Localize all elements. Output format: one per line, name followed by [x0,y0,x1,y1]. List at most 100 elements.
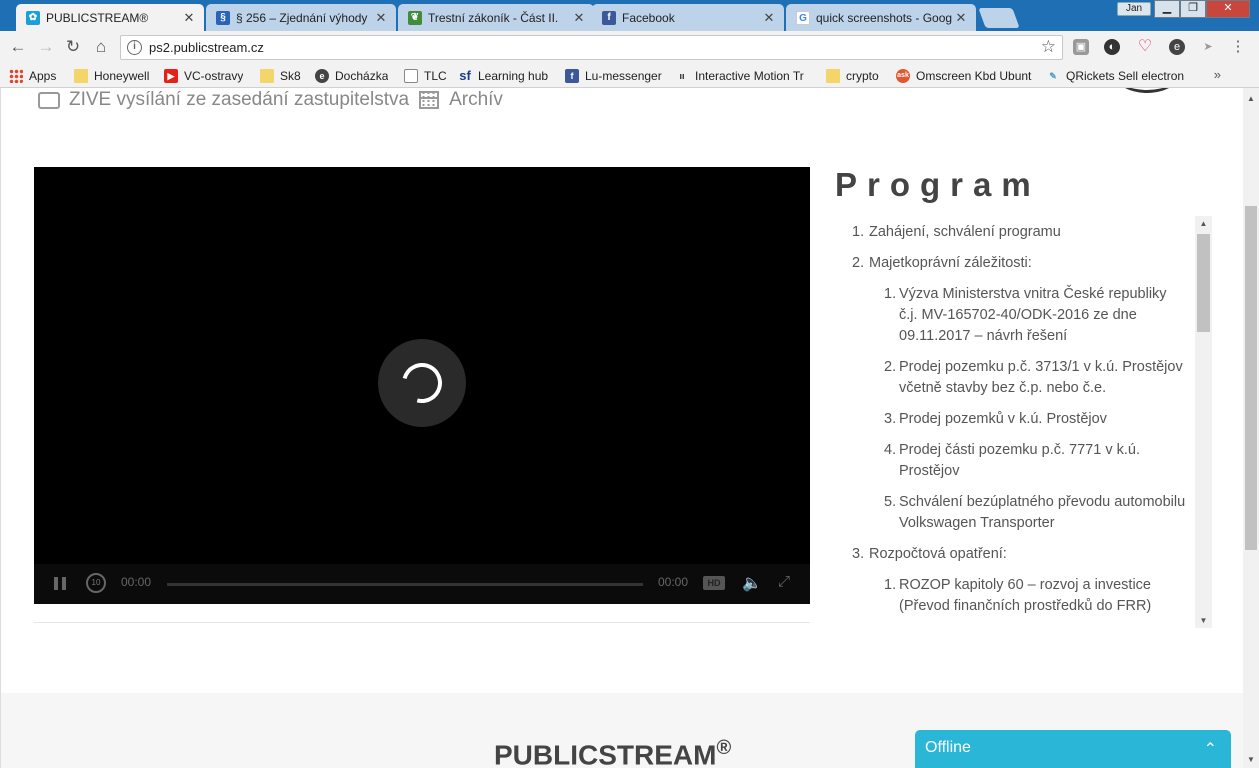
scroll-down-icon[interactable]: ▼ [1243,755,1259,764]
chat-status: Offline [925,739,971,756]
spinner-icon [394,355,450,411]
item-text: Schválení bezúplatného převodu automobil… [899,494,1186,531]
list-item: 5. Schválení bezúplatného převodu automob… [869,492,1187,534]
leaf-icon: ❦ [408,10,422,25]
registered-mark: ® [716,737,732,759]
tab-publicstream[interactable]: ✿ PUBLICSTREAM® ✕ [16,4,204,31]
video-player[interactable]: 10 00:00 00:00 HD 🔈 ⤢ [34,167,810,604]
address-bar[interactable]: i ps2.publicstream.cz ☆ [120,35,1063,60]
fullscreen-icon[interactable]: ⤢ [778,573,790,590]
scrollbar-thumb[interactable] [1197,234,1210,332]
calendar-icon [419,91,440,109]
item-text: Rozpočtová opatření: [869,546,1007,562]
bookmark-dochazka[interactable]: e Docházka [315,67,388,84]
scroll-down-icon[interactable]: ▼ [1195,616,1212,625]
facebook-icon: f [565,68,579,83]
tab-google-search[interactable]: G quick screenshots - Goog ✕ [786,4,976,31]
bookmark-label: TLC [424,68,447,83]
top-navigation: ZIVE vysílání ze zasedání zastupitelstva… [38,88,503,112]
divider [34,622,810,623]
bookmark-learning-hub[interactable]: sf Learning hub [458,67,548,84]
scroll-up-icon[interactable]: ▲ [1243,94,1259,103]
bookmark-star-icon[interactable]: ☆ [1041,37,1056,57]
close-tab-icon[interactable]: ✕ [374,10,388,26]
page-viewport: ZIVE vysílání ze zasedání zastupitelstva… [0,88,1243,768]
reload-icon[interactable]: ↻ [63,37,83,57]
bookmark-label: Honeywell [94,68,150,83]
bookmark-label: QRickets Sell electron [1066,68,1185,83]
bookmark-interactive-motion[interactable]: ıı Interactive Motion Tr [675,67,815,84]
scrollbar-thumb[interactable] [1245,206,1257,550]
bookmark-qrickets[interactable]: ✎ QRickets Sell electron [1046,67,1186,84]
close-tab-icon[interactable]: ✕ [182,10,196,26]
program-heading: Program [835,166,1041,203]
profile-button[interactable]: Jan [1117,2,1151,16]
pause-icon[interactable] [54,577,66,590]
back-arrow-icon[interactable]: ← [8,37,28,57]
bookmark-label: Learning hub [478,68,549,83]
close-tab-icon[interactable]: ✕ [954,10,968,26]
google-icon: G [796,10,810,25]
progress-bar[interactable] [167,583,643,586]
replay-10-icon[interactable]: 10 [86,573,106,593]
bookmark-honeywell[interactable]: Honeywell [74,67,149,84]
tab-strip: ✿ PUBLICSTREAM® ✕ § § 256 – Zjednání výh… [0,0,1259,31]
bookmark-lu-messenger[interactable]: f Lu-messenger [565,67,662,84]
forward-arrow-icon[interactable]: → [36,37,56,57]
bookmark-vc-ostravy[interactable]: ▶ VC-ostravy [164,67,243,84]
item-text: Zahájení, schválení programu [869,224,1061,240]
program-scrollbar[interactable]: ▲ ▼ [1195,216,1212,628]
item-number: 4. [884,442,897,458]
bookmark-apps[interactable]: Apps [9,67,56,84]
bookmark-label: Omscreen Kbd Ubunt [916,68,1032,83]
minimize-icon[interactable]: ▁ [1154,0,1180,18]
bookmark-omscreen[interactable]: ask Omscreen Kbd Ubunt [896,67,1036,84]
tab-trestni-zakonik[interactable]: ❦ Trestní zákoník - Část II. ✕ [398,4,594,31]
close-tab-icon[interactable]: ✕ [762,10,776,26]
tab-paragraph-256[interactable]: § § 256 – Zjednání výhody ✕ [206,4,396,31]
nav-live-link[interactable]: ZIVE vysílání ze zasedání zastupitelstva [69,89,409,111]
url-text: ps2.publicstream.cz [149,40,264,55]
tab-facebook[interactable]: f Facebook ✕ [592,4,784,31]
list-item: 2. Prodej pozemku p.č. 3713/1 v k.ú. Pros… [869,357,1187,399]
total-time: 00:00 [658,575,689,589]
info-icon[interactable]: i [127,40,142,55]
bookmark-crypto[interactable]: crypto [826,67,879,84]
sf-icon: sf [459,67,471,83]
heart-icon[interactable]: ♡ [1137,39,1153,55]
extension-cube-icon[interactable]: ▣ [1073,39,1089,55]
player-controls: 10 00:00 00:00 HD 🔈 ⤢ [34,564,810,604]
avatar [1112,88,1182,93]
send-icon[interactable]: ➤ [1200,39,1216,55]
chevron-up-icon[interactable]: ⌃ [1204,739,1217,759]
item-number: 5. [884,494,897,510]
scroll-up-icon[interactable]: ▲ [1195,219,1212,228]
close-tab-icon[interactable]: ✕ [572,10,586,26]
bookmark-tlc[interactable]: TLC [404,67,447,84]
nav-archive-link[interactable]: Archív [449,89,503,111]
item-text: ROZOP kapitoly 60 – rozvoj a investice (… [899,577,1152,614]
list-item: 3. Rozpočtová opatření: 1. ROZOP kapitoly… [837,544,1187,617]
chat-widget[interactable]: Offline ⌃ [915,730,1231,768]
extension-globe-icon[interactable]: ◐ [1104,39,1120,55]
program-panel[interactable]: 1. Zahájení, schválení programu 2. Majet… [837,216,1212,628]
menu-icon[interactable]: ⋮ [1230,39,1246,55]
new-tab-button[interactable] [978,8,1020,28]
loading-spinner [378,339,466,427]
item-number: 1. [852,224,865,240]
item-text: Prodej pozemku p.č. 3713/1 v k.ú. Prostě… [899,359,1183,396]
home-icon[interactable]: ⌂ [91,37,111,57]
extension-e-icon[interactable]: e [1169,39,1185,55]
volume-icon[interactable]: 🔈 [742,573,762,593]
list-item: 2. Majetkoprávní záležitosti: 1. Výzva Mi… [837,253,1187,534]
folder-icon [260,68,274,83]
maximize-icon[interactable]: ❐ [1180,0,1206,18]
item-number: 3. [884,411,897,427]
more-bookmarks-icon[interactable]: » [1214,67,1221,82]
window-close-icon[interactable]: ✕ [1206,0,1250,18]
page-scrollbar[interactable]: ▲ ▼ [1243,88,1259,768]
item-text: Prodej pozemků v k.ú. Prostějov [899,411,1107,427]
item-number: 1. [884,577,897,593]
bookmark-sk8[interactable]: Sk8 [260,67,301,84]
hd-toggle[interactable]: HD [703,576,725,590]
